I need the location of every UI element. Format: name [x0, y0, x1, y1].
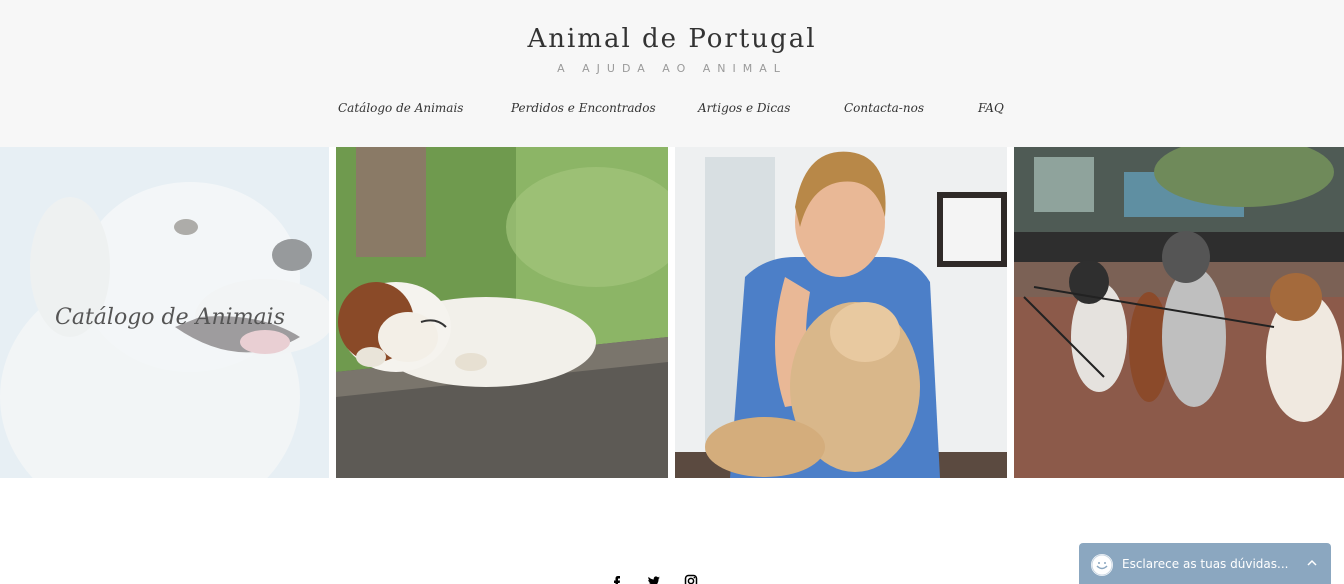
nav-item-catalogo[interactable]: Catálogo de Animais	[338, 101, 463, 115]
sleeping-puppy-photo	[336, 147, 668, 478]
main-nav: Catálogo de Animais Perdidos e Encontrad…	[0, 101, 1344, 119]
nav-item-faq[interactable]: FAQ	[978, 101, 1004, 115]
nav-item-artigos[interactable]: Artigos e Dicas	[698, 101, 790, 115]
instagram-icon[interactable]	[684, 574, 698, 584]
gallery-tile-dogs-leash[interactable]	[1014, 147, 1344, 478]
nav-item-perdidos[interactable]: Perdidos e Encontrados	[511, 101, 656, 115]
site-title[interactable]: Animal de Portugal	[0, 24, 1344, 54]
tile-caption-catalogo[interactable]: Catálogo de Animais	[55, 305, 285, 330]
nav-item-contacta[interactable]: Contacta-nos	[844, 101, 924, 115]
twitter-icon[interactable]	[647, 574, 661, 584]
chat-widget[interactable]: Esclarece as tuas dúvidas...	[1079, 543, 1331, 584]
site-tagline: A AJUDA AO ANIMAL	[557, 62, 787, 75]
facebook-icon[interactable]	[610, 574, 624, 584]
gallery-tile-vet[interactable]	[675, 147, 1007, 478]
dogs-on-leash-photo	[1014, 147, 1344, 478]
photo-gallery: Catálogo de Animais	[0, 147, 1344, 478]
gallery-tile-sleeping-puppy[interactable]	[336, 147, 668, 478]
chat-avatar-icon	[1091, 554, 1113, 576]
gallery-tile-white-dog[interactable]: Catálogo de Animais	[0, 147, 329, 478]
site-header: Animal de Portugal A AJUDA AO ANIMAL Cat…	[0, 0, 1344, 147]
chevron-up-icon[interactable]	[1305, 556, 1319, 570]
social-bar	[607, 574, 707, 584]
chat-prompt: Esclarece as tuas dúvidas...	[1122, 557, 1289, 571]
vet-with-dog-photo	[675, 147, 1007, 478]
